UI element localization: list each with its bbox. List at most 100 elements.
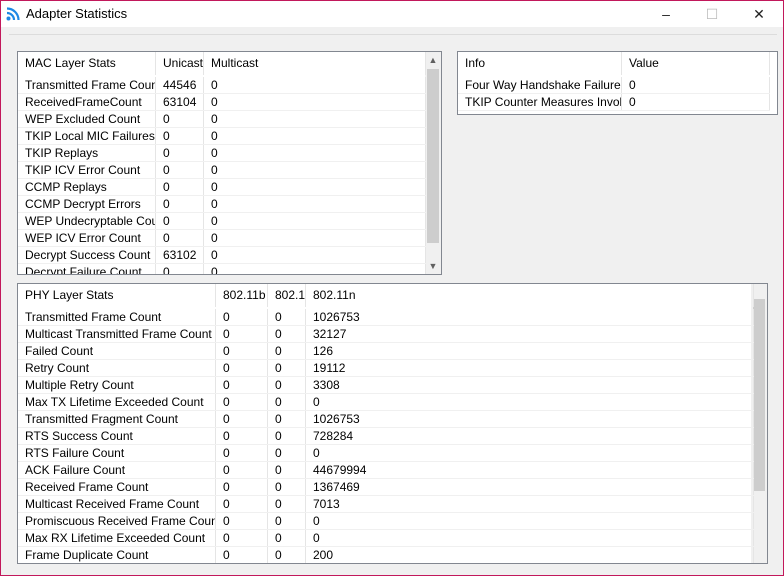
list-item[interactable]: Multicast Received Frame Count 0 0 7013 [18, 496, 754, 513]
cell: WEP Excluded Count [18, 111, 156, 127]
cell: 0 [216, 309, 268, 325]
list-item[interactable]: Promiscuous Received Frame Count 0 0 0 [18, 513, 754, 530]
maximize-button[interactable]: ☐ [689, 1, 735, 27]
close-icon: ✕ [753, 5, 765, 22]
column-header[interactable]: Value [622, 52, 770, 75]
cell: 0 [306, 530, 754, 546]
column-header[interactable]: MAC Layer Stats [18, 52, 156, 75]
scroll-thumb[interactable] [753, 299, 765, 491]
cell: 0 [216, 394, 268, 410]
cell: RTS Failure Count [18, 445, 216, 461]
list-item[interactable]: Transmitted Fragment Count 0 0 1026753 [18, 411, 754, 428]
column-header[interactable]: 802.11b [216, 284, 268, 307]
list-item[interactable]: TKIP Local MIC Failures 0 0 [18, 128, 426, 145]
list-item[interactable]: Transmitted Frame Count 0 0 1026753 [18, 309, 754, 326]
cell: Transmitted Frame Count [18, 309, 216, 325]
cell: 7013 [306, 496, 754, 512]
cell: 0 [216, 530, 268, 546]
column-header[interactable]: Multicast [204, 52, 426, 75]
list-item[interactable]: Failed Count 0 0 126 [18, 343, 754, 360]
list-item[interactable]: Max RX Lifetime Exceeded Count 0 0 0 [18, 530, 754, 547]
list-item[interactable]: TKIP ICV Error Count 0 0 [18, 162, 426, 179]
list-item[interactable]: Received Frame Count 0 0 1367469 [18, 479, 754, 496]
cell: 0 [204, 111, 426, 127]
cell: 0 [268, 309, 306, 325]
cell: 0 [268, 394, 306, 410]
column-header[interactable]: 802.11g [268, 284, 306, 307]
cell: 0 [268, 496, 306, 512]
column-header-row: Info Value [458, 52, 770, 75]
cell: 0 [204, 264, 426, 274]
cell: 0 [268, 343, 306, 359]
column-header[interactable]: Unicast [156, 52, 204, 75]
cell: Retry Count [18, 360, 216, 376]
cell: 63104 [156, 94, 204, 110]
column-header[interactable]: Info [458, 52, 622, 75]
cell: 0 [216, 513, 268, 529]
cell: 1367469 [306, 479, 754, 495]
cell: Promiscuous Received Frame Count [18, 513, 216, 529]
cell: Failed Count [18, 343, 216, 359]
cell: 0 [204, 196, 426, 212]
list-item[interactable]: RTS Failure Count 0 0 0 [18, 445, 754, 462]
cell: Received Frame Count [18, 479, 216, 495]
scroll-up-icon[interactable]: ▲ [425, 52, 441, 68]
cell: 0 [622, 77, 770, 93]
title-bar: Adapter Statistics – ☐ ✕ [1, 1, 783, 27]
list-item[interactable]: Multiple Retry Count 0 0 3308 [18, 377, 754, 394]
cell: 0 [204, 162, 426, 178]
cell: 0 [216, 479, 268, 495]
cell: 0 [156, 230, 204, 246]
cell: Multiple Retry Count [18, 377, 216, 393]
cell: 3308 [306, 377, 754, 393]
column-header[interactable]: PHY Layer Stats [18, 284, 216, 307]
cell: 1026753 [306, 309, 754, 325]
scroll-down-icon[interactable]: ▼ [425, 258, 441, 274]
list-item[interactable]: Transmitted Frame Count 44546 0 [18, 77, 426, 94]
list-item[interactable]: WEP Excluded Count 0 0 [18, 111, 426, 128]
cell: 0 [216, 360, 268, 376]
cell: 0 [306, 445, 754, 461]
list-item[interactable]: Four Way Handshake Failures 0 [458, 77, 770, 94]
list-item[interactable]: CCMP Replays 0 0 [18, 179, 426, 196]
close-button[interactable]: ✕ [736, 1, 782, 27]
cell: 728284 [306, 428, 754, 444]
phy-layer-stats-list[interactable]: PHY Layer Stats802.11b802.11g802.11n Tran… [17, 283, 768, 564]
cell: 0 [268, 411, 306, 427]
cell: WEP ICV Error Count [18, 230, 156, 246]
column-header[interactable]: 802.11n [306, 284, 754, 307]
list-item[interactable]: TKIP Replays 0 0 [18, 145, 426, 162]
cell: 0 [268, 547, 306, 563]
cell: 0 [268, 326, 306, 342]
list-item[interactable]: Max TX Lifetime Exceeded Count 0 0 0 [18, 394, 754, 411]
cell: 0 [156, 179, 204, 195]
list-item[interactable]: ReceivedFrameCount 63104 0 [18, 94, 426, 111]
info-list[interactable]: Info Value Four Way Handshake Failures 0 TKI… [457, 51, 778, 115]
cell: TKIP Local MIC Failures [18, 128, 156, 144]
cell: 0 [156, 196, 204, 212]
list-item[interactable]: Frame Duplicate Count 0 0 200 [18, 547, 754, 563]
mac-layer-stats-list[interactable]: ▲ ▼ MAC Layer Stats Unicast Multicast Trans… [17, 51, 442, 275]
cell: 0 [268, 377, 306, 393]
cell: TKIP Counter Measures Invoked [458, 94, 622, 110]
minimize-button[interactable]: – [643, 1, 689, 27]
mac-scrollbar[interactable]: ▲ ▼ [425, 52, 441, 274]
cell: 0 [268, 462, 306, 478]
scroll-thumb[interactable] [427, 69, 439, 243]
list-item[interactable]: CCMP Decrypt Errors 0 0 [18, 196, 426, 213]
list-item[interactable]: Retry Count 0 0 19112 [18, 360, 754, 377]
cell: ReceivedFrameCount [18, 94, 156, 110]
list-item[interactable]: TKIP Counter Measures Invoked 0 [458, 94, 770, 111]
divider [9, 34, 777, 35]
list-item[interactable]: Decrypt Success Count 63102 0 [18, 247, 426, 264]
list-item[interactable]: Decrypt Failure Count 0 0 [18, 264, 426, 274]
list-item[interactable]: WEP Undecryptable Count 0 0 [18, 213, 426, 230]
cell: 0 [216, 496, 268, 512]
list-item[interactable]: RTS Success Count 0 0 728284 [18, 428, 754, 445]
cell: 0 [306, 394, 754, 410]
cell: 200 [306, 547, 754, 563]
list-item[interactable]: WEP ICV Error Count 0 0 [18, 230, 426, 247]
cell: 0 [204, 77, 426, 93]
list-item[interactable]: ACK Failure Count 0 0 44679994 [18, 462, 754, 479]
list-item[interactable]: Multicast Transmitted Frame Count 0 0 32127 [18, 326, 754, 343]
